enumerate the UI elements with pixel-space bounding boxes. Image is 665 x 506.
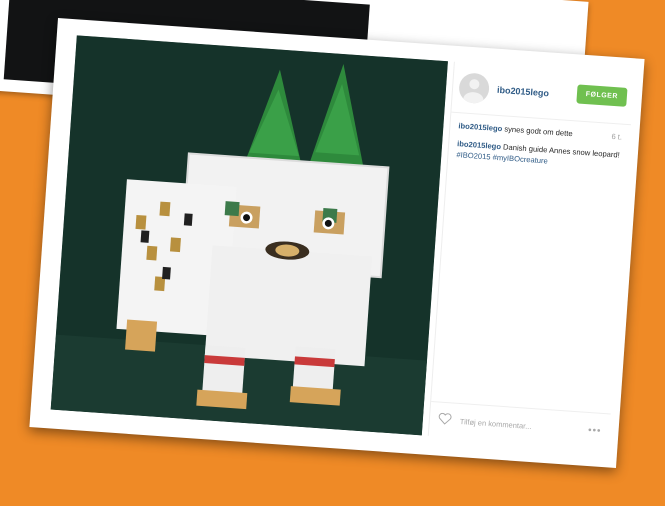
post-username[interactable]: ibo2015lego <box>497 85 550 99</box>
add-comment-input[interactable]: Tilføj en kommentar... <box>460 417 532 431</box>
heart-outline-icon[interactable] <box>437 412 452 427</box>
follow-button[interactable]: FØLGER <box>576 84 628 107</box>
post-sidebar: ibo2015lego FØLGER ibo2015lego synes god… <box>427 61 635 449</box>
like-label: synes godt om dette <box>504 124 573 139</box>
post-card: ibo2015lego FØLGER ibo2015lego synes god… <box>29 18 645 469</box>
likes-line: ibo2015lego synes godt om dette 6 t. <box>458 121 622 143</box>
post-timestamp[interactable]: 6 t. <box>611 132 622 143</box>
ellipsis-icon[interactable]: ••• <box>588 424 602 436</box>
like-username[interactable]: ibo2015lego <box>458 121 502 133</box>
post-footer: Tilføj en kommentar... ••• <box>428 400 611 449</box>
post-photo[interactable] <box>50 35 448 436</box>
default-avatar-icon[interactable] <box>458 72 491 105</box>
caption: ibo2015lego Danish guide Annes snow leop… <box>456 139 621 171</box>
likes-text: ibo2015lego synes godt om dette <box>458 121 573 139</box>
lego-snow-leopard-image <box>50 35 448 436</box>
